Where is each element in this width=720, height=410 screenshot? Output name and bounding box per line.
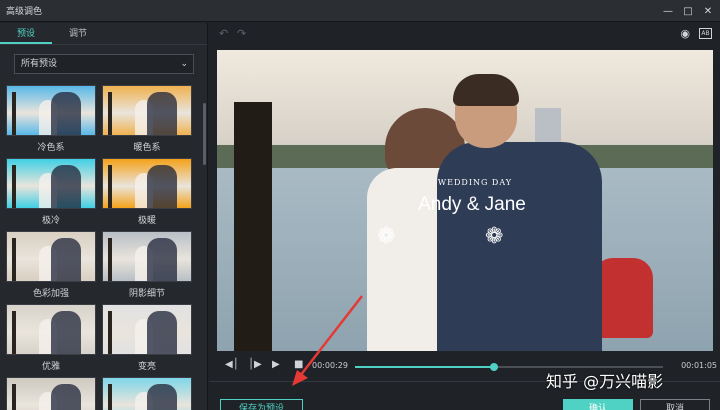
preset-thumbnail xyxy=(102,158,192,209)
play-icon[interactable]: ▶ xyxy=(272,359,280,370)
cancel-button[interactable]: 取消 xyxy=(640,399,710,410)
preset-thumbnail xyxy=(6,231,96,282)
compare-ab-icon[interactable]: AB xyxy=(699,28,712,39)
preset-thumbnail xyxy=(102,85,192,136)
overlay-subtitle: WEDDING DAY xyxy=(437,178,513,187)
preview-panel: ↶ ↷ ◉ AB WEDDING DAY Andy & Jane ❁ ❁ ◀│ … xyxy=(209,23,720,410)
tab-adjust[interactable]: 调节 xyxy=(52,23,104,44)
laurel-right-icon: ❁ xyxy=(485,224,504,249)
panel-tabs: 预设 调节 xyxy=(0,23,207,45)
preset-item[interactable]: 极暖 xyxy=(102,158,192,226)
tab-presets[interactable]: 预设 xyxy=(0,23,52,44)
groom-hair xyxy=(453,74,519,106)
preset-item[interactable]: 冷色系 xyxy=(6,85,96,153)
preset-item[interactable]: 阴影细节 xyxy=(102,231,192,299)
maximize-icon[interactable]: □ xyxy=(680,3,696,19)
window-controls: — □ ✕ xyxy=(660,3,716,19)
preset-item[interactable]: 优雅 xyxy=(6,304,96,372)
overlay-names: Andy & Jane xyxy=(418,194,526,215)
preset-label: 暖色系 xyxy=(133,143,161,153)
current-time: 00:00:29 xyxy=(312,361,348,370)
preset-thumbnail xyxy=(6,304,96,355)
title-overlay: WEDDING DAY Andy & Jane ❁ ❁ xyxy=(367,178,577,298)
preset-label: 极暖 xyxy=(137,216,156,226)
next-frame-icon[interactable]: │▶ xyxy=(248,359,262,370)
stop-icon[interactable]: ■ xyxy=(294,359,303,370)
preset-panel: 预设 调节 所有预设 ⌄ 冷色系 暖色系 极冷 极暖 色彩加强 阴影细节 优雅 … xyxy=(0,23,208,410)
title-bar: 高级调色 — □ ✕ xyxy=(0,0,720,22)
preset-thumbnail xyxy=(6,85,96,136)
minimize-icon[interactable]: — xyxy=(660,3,676,19)
redo-icon[interactable]: ↷ xyxy=(237,27,246,40)
chevron-down-icon: ⌄ xyxy=(180,59,188,69)
preview-toolbar: ↶ ↷ ◉ AB xyxy=(209,23,720,45)
eye-icon[interactable]: ◉ xyxy=(680,27,690,40)
preset-item[interactable]: 极冷 xyxy=(6,158,96,226)
wooden-post xyxy=(234,102,272,351)
preset-thumbnail xyxy=(102,231,192,282)
preset-label: 优雅 xyxy=(41,362,60,372)
video-preview: WEDDING DAY Andy & Jane ❁ ❁ xyxy=(217,50,713,351)
preset-item[interactable]: 色彩加强 xyxy=(6,231,96,299)
preset-filter-select[interactable]: 所有预设 ⌄ xyxy=(14,54,194,74)
preset-thumbnail xyxy=(6,377,96,410)
preset-thumbnail xyxy=(6,158,96,209)
timeline-progress xyxy=(355,366,494,368)
preset-label: 变亮 xyxy=(137,362,156,372)
preset-item[interactable] xyxy=(102,377,192,410)
watermark: 知乎 @万兴喵影 xyxy=(546,372,664,391)
preset-scrollbar[interactable] xyxy=(203,103,206,165)
preset-item[interactable]: 暖色系 xyxy=(102,85,192,153)
save-preset-button[interactable]: 保存为预设 xyxy=(220,399,303,410)
preset-label: 阴影细节 xyxy=(128,289,165,299)
preset-item[interactable]: 变亮 xyxy=(102,304,192,372)
close-icon[interactable]: ✕ xyxy=(700,3,716,19)
preset-filter-value: 所有预设 xyxy=(21,59,58,69)
undo-icon[interactable]: ↶ xyxy=(219,27,228,40)
preset-label: 极冷 xyxy=(41,216,60,226)
preset-thumbnail xyxy=(102,377,192,410)
jetski xyxy=(593,258,653,338)
window-title: 高级调色 xyxy=(6,7,43,17)
preset-item[interactable] xyxy=(6,377,96,410)
laurel-left-icon: ❁ xyxy=(377,224,396,249)
preset-label: 冷色系 xyxy=(37,143,65,153)
ok-button[interactable]: 确认 xyxy=(563,399,633,410)
total-time: 00:01:05 xyxy=(681,361,717,370)
prev-frame-icon[interactable]: ◀│ xyxy=(225,359,239,370)
preset-thumbnail xyxy=(102,304,192,355)
timeline-handle[interactable] xyxy=(489,363,498,371)
preset-label: 色彩加强 xyxy=(32,289,69,299)
